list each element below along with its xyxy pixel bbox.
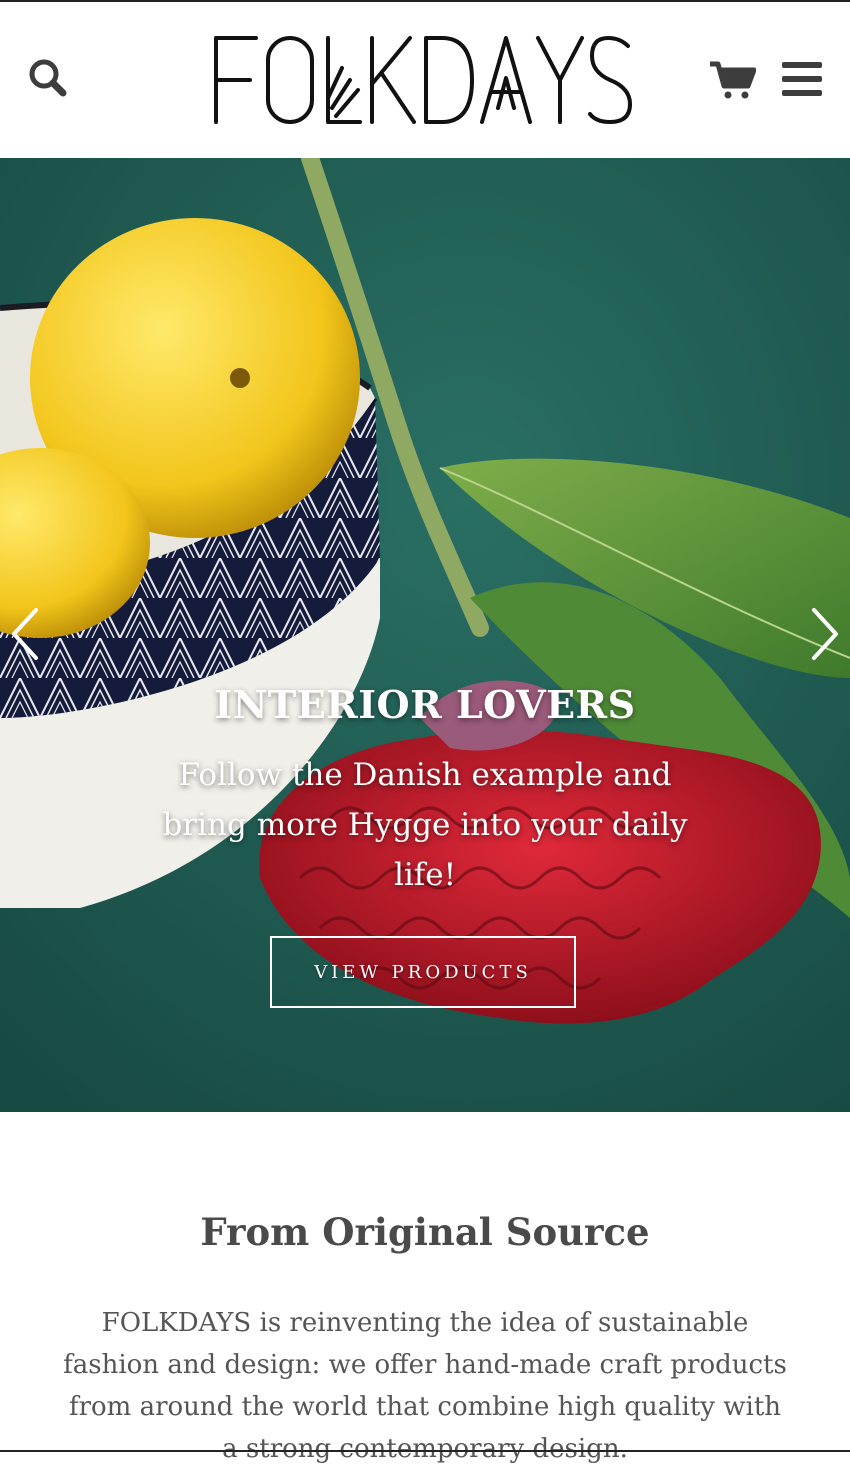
hero-slider: INTERIOR LOVERS Follow the Danish exampl…	[0, 158, 850, 1112]
hero-subtitle: Follow the Danish example and bring more…	[162, 757, 688, 893]
site-header	[0, 2, 850, 158]
next-slide-button[interactable]	[804, 606, 844, 662]
section-title: From Original Source	[200, 1210, 650, 1254]
hero-title: INTERIOR LOVERS	[214, 682, 636, 727]
view-products-button[interactable]: VIEW PRODUCTS	[270, 936, 576, 1008]
chevron-left-icon	[12, 608, 38, 660]
previous-slide-button[interactable]	[6, 606, 46, 662]
hamburger-menu-icon	[782, 62, 822, 96]
section-description: FOLKDAYS is reinventing the idea of sust…	[63, 1308, 787, 1464]
cart-button[interactable]	[708, 58, 757, 102]
cart-icon	[710, 61, 757, 99]
chevron-right-icon	[812, 608, 838, 660]
search-button[interactable]	[26, 56, 70, 100]
menu-button[interactable]	[780, 58, 824, 102]
search-icon	[29, 59, 67, 97]
folkdays-logo[interactable]	[210, 28, 640, 132]
